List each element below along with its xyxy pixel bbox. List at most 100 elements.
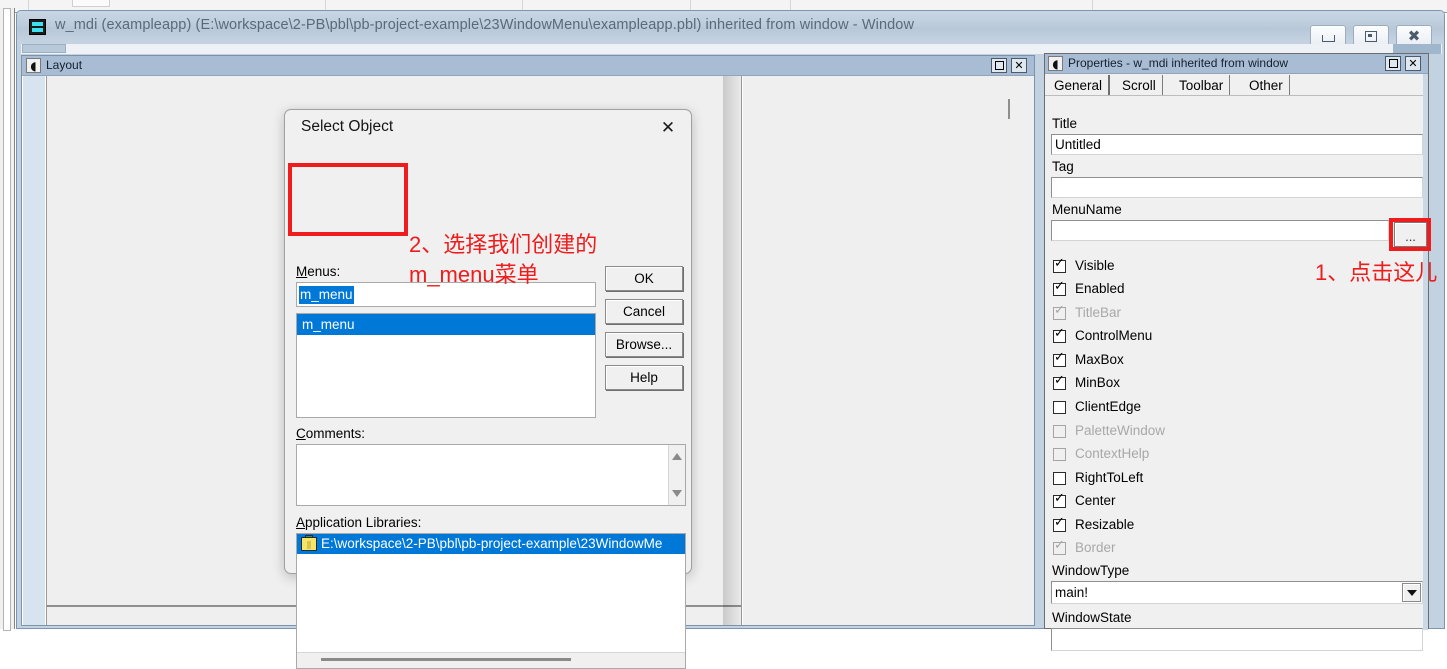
window-object-icon — [29, 19, 46, 35]
checkbox-label: ClientEdge — [1075, 399, 1142, 414]
checkbox-label: MaxBox — [1075, 352, 1124, 367]
title-field[interactable]: Untitled — [1051, 134, 1423, 155]
menuname-field[interactable] — [1051, 220, 1389, 241]
annotation-step-1: 1、点击这儿 — [1315, 260, 1438, 285]
toolbar-ghost-button[interactable] — [72, 0, 110, 7]
menus-label-rest: enus: — [307, 264, 341, 279]
checkbox-box — [1053, 472, 1066, 485]
comments-textarea[interactable] — [296, 444, 686, 506]
hscrollbar-thumb[interactable] — [321, 658, 571, 661]
tab-other[interactable]: Other — [1243, 75, 1290, 96]
layout-pane-titlebar[interactable]: ◖ Layout ✕ — [22, 56, 1034, 76]
dialog-close-button[interactable]: ✕ — [653, 116, 683, 140]
checkbox-label: Center — [1075, 493, 1116, 508]
close-icon: ✕ — [1408, 57, 1418, 70]
checkbox-label: ControlMenu — [1075, 328, 1153, 343]
check-icon: ✓ — [1054, 279, 1065, 294]
dialog-title: Select Object — [301, 118, 394, 135]
properties-title: Properties - w_mdi inherited from window — [1068, 56, 1289, 70]
list-item[interactable]: m_menu — [297, 314, 595, 335]
close-icon: ✕ — [1014, 59, 1024, 72]
tabs-underline — [1045, 95, 1428, 96]
annotation-step-2: 2、选择我们创建的 m_menu菜单 — [409, 232, 598, 287]
checkbox-box — [1053, 425, 1066, 438]
chevron-down-icon[interactable] — [1402, 583, 1421, 602]
checkbox-box — [1053, 401, 1066, 414]
maximize-icon — [1365, 30, 1377, 42]
library-path: E:\workspace\2-PB\pbl\pb-project-example… — [321, 536, 663, 551]
checkbox-label: Visible — [1075, 258, 1115, 273]
cancel-button[interactable]: Cancel — [605, 299, 683, 324]
mdi-window-title: w_mdi (exampleapp) (E:\workspace\2-PB\pb… — [55, 17, 915, 33]
layout-pane-title: Layout — [46, 58, 83, 72]
canvas-right-area — [743, 76, 1034, 625]
close-icon: ✖ — [1407, 26, 1421, 45]
check-icon: ✓ — [1054, 350, 1065, 365]
comments-label: Comments: — [296, 426, 366, 441]
windowstate-label: WindowState — [1052, 610, 1132, 625]
restore-icon — [994, 61, 1004, 70]
windowstate-combo[interactable] — [1051, 628, 1423, 651]
browse-button[interactable]: Browse... — [605, 332, 683, 357]
windowtype-combo[interactable]: main! — [1051, 581, 1423, 604]
tag-field-label: Tag — [1052, 159, 1074, 174]
checkbox-box — [1053, 448, 1066, 461]
menuname-field-label: MenuName — [1052, 202, 1122, 217]
windowtype-value: main! — [1055, 585, 1089, 600]
tab-toolbar[interactable]: Toolbar — [1173, 75, 1231, 96]
application-libraries-label: Application Libraries: — [296, 515, 422, 530]
properties-tabs[interactable]: General Scroll Toolbar Other — [1046, 74, 1429, 96]
scroll-down-icon[interactable] — [672, 490, 682, 497]
checkbox-label: ContextHelp — [1075, 446, 1150, 461]
checkbox-label: Border — [1075, 540, 1116, 555]
checkbox-label: TitleBar — [1075, 305, 1122, 320]
check-icon: ✓ — [1054, 491, 1065, 506]
properties-close-button[interactable]: ✕ — [1405, 56, 1421, 71]
comments-label-rest: omments: — [305, 426, 366, 441]
application-libraries-hscrollbar[interactable] — [297, 652, 685, 668]
check-icon: ✓ — [1054, 326, 1065, 341]
mdi-scrollbar-thumb[interactable] — [22, 44, 66, 53]
application-libraries-list[interactable]: E:\workspace\2-PB\pbl\pb-project-example… — [296, 533, 686, 669]
workspace-left-edge-inner — [3, 8, 11, 631]
check-icon: ✓ — [1054, 373, 1065, 388]
checkbox-label: MinBox — [1075, 375, 1121, 390]
properties-restore-button[interactable] — [1385, 56, 1401, 71]
mdi-titlebar[interactable]: w_mdi (exampleapp) (E:\workspace\2-PB\pb… — [17, 11, 1444, 47]
list-item[interactable]: E:\workspace\2-PB\pbl\pb-project-example… — [297, 534, 685, 554]
properties-titlebar[interactable]: ◖ Properties - w_mdi inherited from wind… — [1045, 54, 1428, 74]
layout-close-button[interactable]: ✕ — [1011, 58, 1027, 73]
comments-scrollbar[interactable] — [668, 445, 685, 505]
check-icon: ✓ — [1054, 515, 1065, 530]
layout-icon: ◖ — [26, 58, 41, 73]
tab-scroll[interactable]: Scroll — [1116, 75, 1163, 96]
layout-restore-button[interactable] — [991, 58, 1007, 73]
canvas-left-gutter — [23, 76, 46, 625]
scroll-up-icon[interactable] — [672, 453, 682, 460]
menus-label: Menus: — [296, 264, 341, 279]
library-icon — [301, 535, 317, 551]
tab-general[interactable]: General — [1048, 75, 1111, 96]
checkbox-label: PaletteWindow — [1075, 423, 1166, 438]
properties-panel: ◖ Properties - w_mdi inherited from wind… — [1044, 53, 1429, 651]
workspace-left-edge — [0, 8, 15, 631]
windowtype-label: WindowType — [1052, 563, 1130, 578]
properties-icon: ◖ — [1048, 56, 1063, 71]
check-icon: ✓ — [1054, 256, 1065, 271]
checkbox-label: RightToLeft — [1075, 470, 1144, 485]
menuname-browse-button[interactable]: ... — [1394, 222, 1427, 247]
menu-name-input-value: m_menu — [299, 286, 354, 304]
check-icon: ✓ — [1054, 303, 1065, 318]
annotation-highlight-menu-list — [288, 163, 408, 236]
checkbox-label: Resizable — [1075, 517, 1135, 532]
menu-list[interactable]: m_menu — [296, 313, 596, 418]
restore-icon — [1388, 59, 1398, 68]
help-button[interactable]: Help — [605, 365, 683, 390]
checkbox-label: Enabled — [1075, 281, 1125, 296]
title-field-label: Title — [1052, 116, 1078, 131]
applibs-label-rest: pplication Libraries: — [305, 515, 422, 530]
canvas-edge-shadow — [723, 76, 743, 625]
properties-right-edge — [1423, 74, 1428, 630]
tag-field[interactable] — [1051, 177, 1423, 198]
minimize-icon — [1321, 34, 1335, 42]
